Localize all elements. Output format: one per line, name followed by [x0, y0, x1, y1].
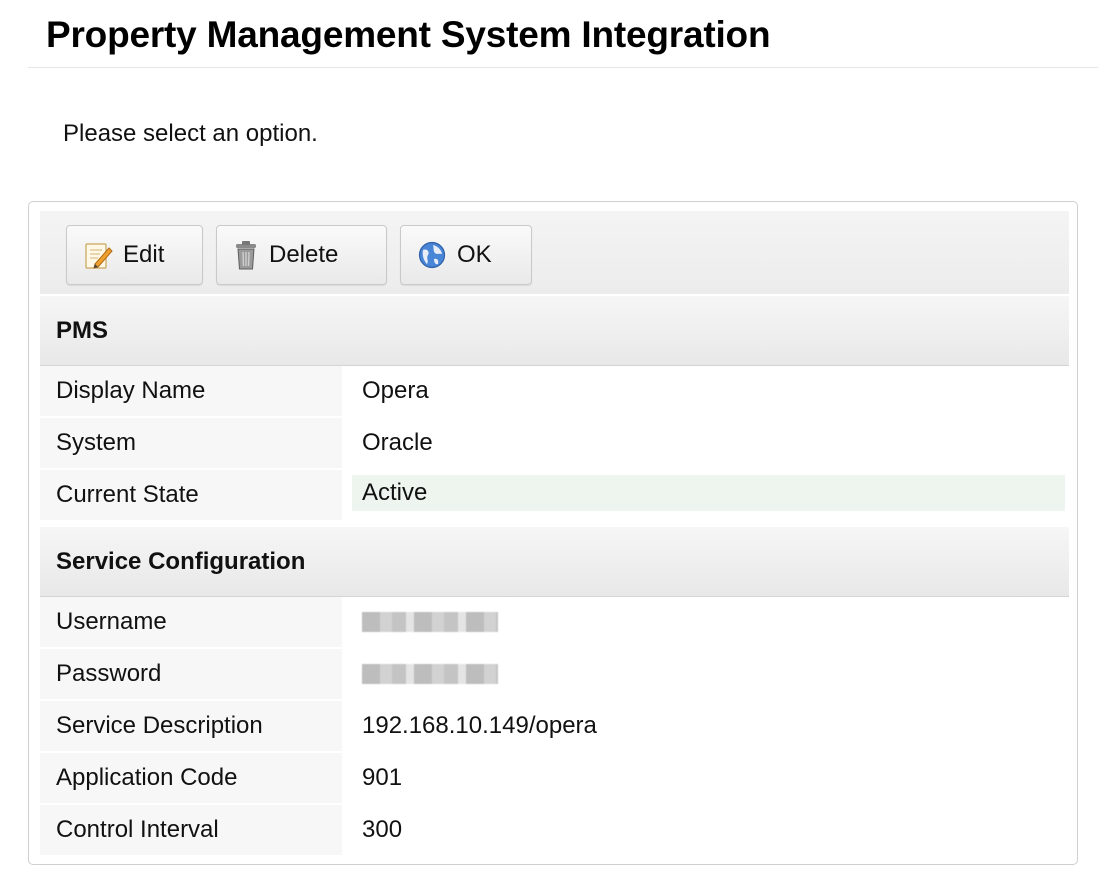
row-username: Username — [40, 597, 1069, 649]
field-label: Service Description — [40, 701, 342, 751]
field-label: Control Interval — [40, 805, 342, 855]
field-value: 192.168.10.149/opera — [362, 712, 597, 739]
field-label: Username — [40, 597, 342, 647]
globe-icon — [417, 240, 447, 270]
toolbar: Edit Delete OK — [40, 211, 1069, 294]
row-password: Password — [40, 649, 1069, 701]
field-label: System — [40, 418, 342, 468]
field-label: Current State — [40, 470, 342, 520]
title-divider — [28, 67, 1098, 68]
field-value: 901 — [362, 764, 403, 791]
trash-icon — [233, 239, 259, 271]
ok-button-label: OK — [457, 241, 492, 268]
redacted-value — [362, 612, 498, 632]
section-header-pms: PMS — [40, 296, 1069, 366]
edit-button[interactable]: Edit — [66, 225, 203, 285]
row-display-name: Display Name Opera — [40, 366, 1069, 418]
field-label: Display Name — [40, 366, 342, 416]
status-value: Active — [352, 475, 1065, 511]
field-value: 300 — [362, 816, 403, 843]
pms-details-panel: Edit Delete OK PMS Display Name Opera Sy… — [28, 201, 1078, 865]
row-service-description: Service Description 192.168.10.149/opera — [40, 701, 1069, 753]
field-label: Password — [40, 649, 342, 699]
row-control-interval: Control Interval 300 — [40, 805, 1069, 857]
section-header-service-configuration: Service Configuration — [40, 527, 1069, 597]
instruction-text: Please select an option. — [63, 120, 318, 147]
row-application-code: Application Code 901 — [40, 753, 1069, 805]
field-value: Oracle — [362, 429, 433, 456]
delete-button[interactable]: Delete — [216, 225, 387, 285]
row-current-state: Current State Active — [40, 470, 1069, 522]
redacted-value — [362, 664, 498, 684]
delete-button-label: Delete — [269, 241, 339, 268]
field-label: Application Code — [40, 753, 342, 803]
ok-button[interactable]: OK — [400, 225, 532, 285]
field-value — [352, 597, 1065, 647]
field-value — [352, 649, 1065, 699]
edit-button-label: Edit — [123, 241, 165, 268]
page-title: Property Management System Integration — [46, 14, 771, 55]
field-value: Opera — [362, 377, 429, 404]
edit-icon — [83, 239, 113, 271]
row-system: System Oracle — [40, 418, 1069, 470]
